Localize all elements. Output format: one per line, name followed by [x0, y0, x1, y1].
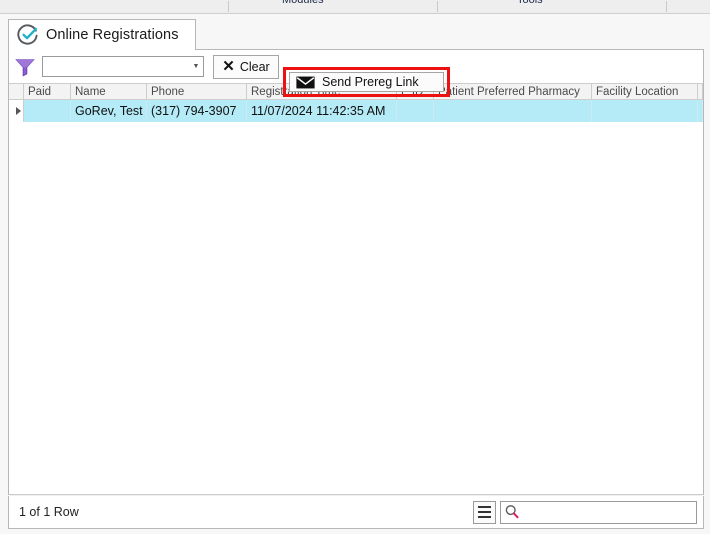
- cell-facility-location: [592, 100, 698, 122]
- grid-header-patient-preferred-pharmacy[interactable]: Patient Preferred Pharmacy: [434, 84, 592, 99]
- chevron-down-icon[interactable]: ▼: [189, 57, 203, 76]
- status-bar: 1 of 1 Row: [8, 496, 704, 529]
- application-window: Modules Tools Online Registrations ▼ ✕ C…: [0, 0, 710, 534]
- ribbon-separator: [666, 1, 667, 12]
- cell-filler: [698, 100, 703, 122]
- funnel-icon[interactable]: [14, 56, 36, 78]
- cell-phone: (317) 794-3907: [147, 100, 247, 122]
- cell-registration-time: 11/07/2024 11:42:35 AM: [247, 100, 397, 122]
- grid-header-facility-location[interactable]: Facility Location: [592, 84, 698, 99]
- row-count-label: 1 of 1 Row: [19, 505, 79, 519]
- send-prereg-link-label: Send Prereg Link: [322, 75, 419, 89]
- workspace: Online Registrations ▼ ✕ Clear Paid Name…: [0, 14, 710, 534]
- tab-label: Online Registrations: [46, 27, 179, 43]
- registrations-grid[interactable]: Paid Name Phone Registration Time E ID P…: [9, 83, 703, 494]
- ribbon-separator: [437, 1, 438, 12]
- registrations-panel: ▼ ✕ Clear Paid Name Phone Registration T…: [8, 49, 704, 512]
- caret-right-icon: [15, 107, 21, 115]
- clear-button[interactable]: ✕ Clear: [213, 54, 279, 79]
- send-prereg-link-button[interactable]: Send Prereg Link: [289, 72, 444, 92]
- hamburger-icon[interactable]: [473, 500, 496, 524]
- search-input[interactable]: [500, 500, 697, 524]
- ribbon-tab-modules[interactable]: Modules: [282, 0, 324, 6]
- grid-header-name[interactable]: Name: [71, 84, 147, 99]
- table-row[interactable]: GoRev, Test (317) 794-3907 11/07/2024 11…: [9, 100, 703, 123]
- ribbon-separator: [228, 1, 229, 12]
- cell-name: GoRev, Test: [71, 100, 147, 122]
- magnifier-icon: [504, 504, 520, 520]
- check-circle-icon: [17, 24, 39, 46]
- cell-paid: [24, 100, 71, 122]
- cell-patient-preferred-pharmacy: [434, 100, 592, 122]
- grid-empty-area: [9, 123, 703, 491]
- grid-header-indicator: [9, 84, 24, 99]
- cell-e-id: [397, 100, 434, 122]
- close-icon: ✕: [222, 58, 235, 75]
- envelope-icon: [296, 76, 315, 89]
- clear-button-label: Clear: [239, 59, 270, 74]
- grid-header-filler: [698, 84, 703, 99]
- tab-online-registrations[interactable]: Online Registrations: [8, 19, 196, 50]
- ribbon-tab-tools[interactable]: Tools: [517, 0, 543, 6]
- grid-header-paid[interactable]: Paid: [24, 84, 71, 99]
- grid-header-phone[interactable]: Phone: [147, 84, 247, 99]
- row-indicator: [9, 100, 24, 122]
- filter-combobox[interactable]: ▼: [42, 56, 204, 77]
- ribbon-tab-strip: Modules Tools: [0, 0, 710, 14]
